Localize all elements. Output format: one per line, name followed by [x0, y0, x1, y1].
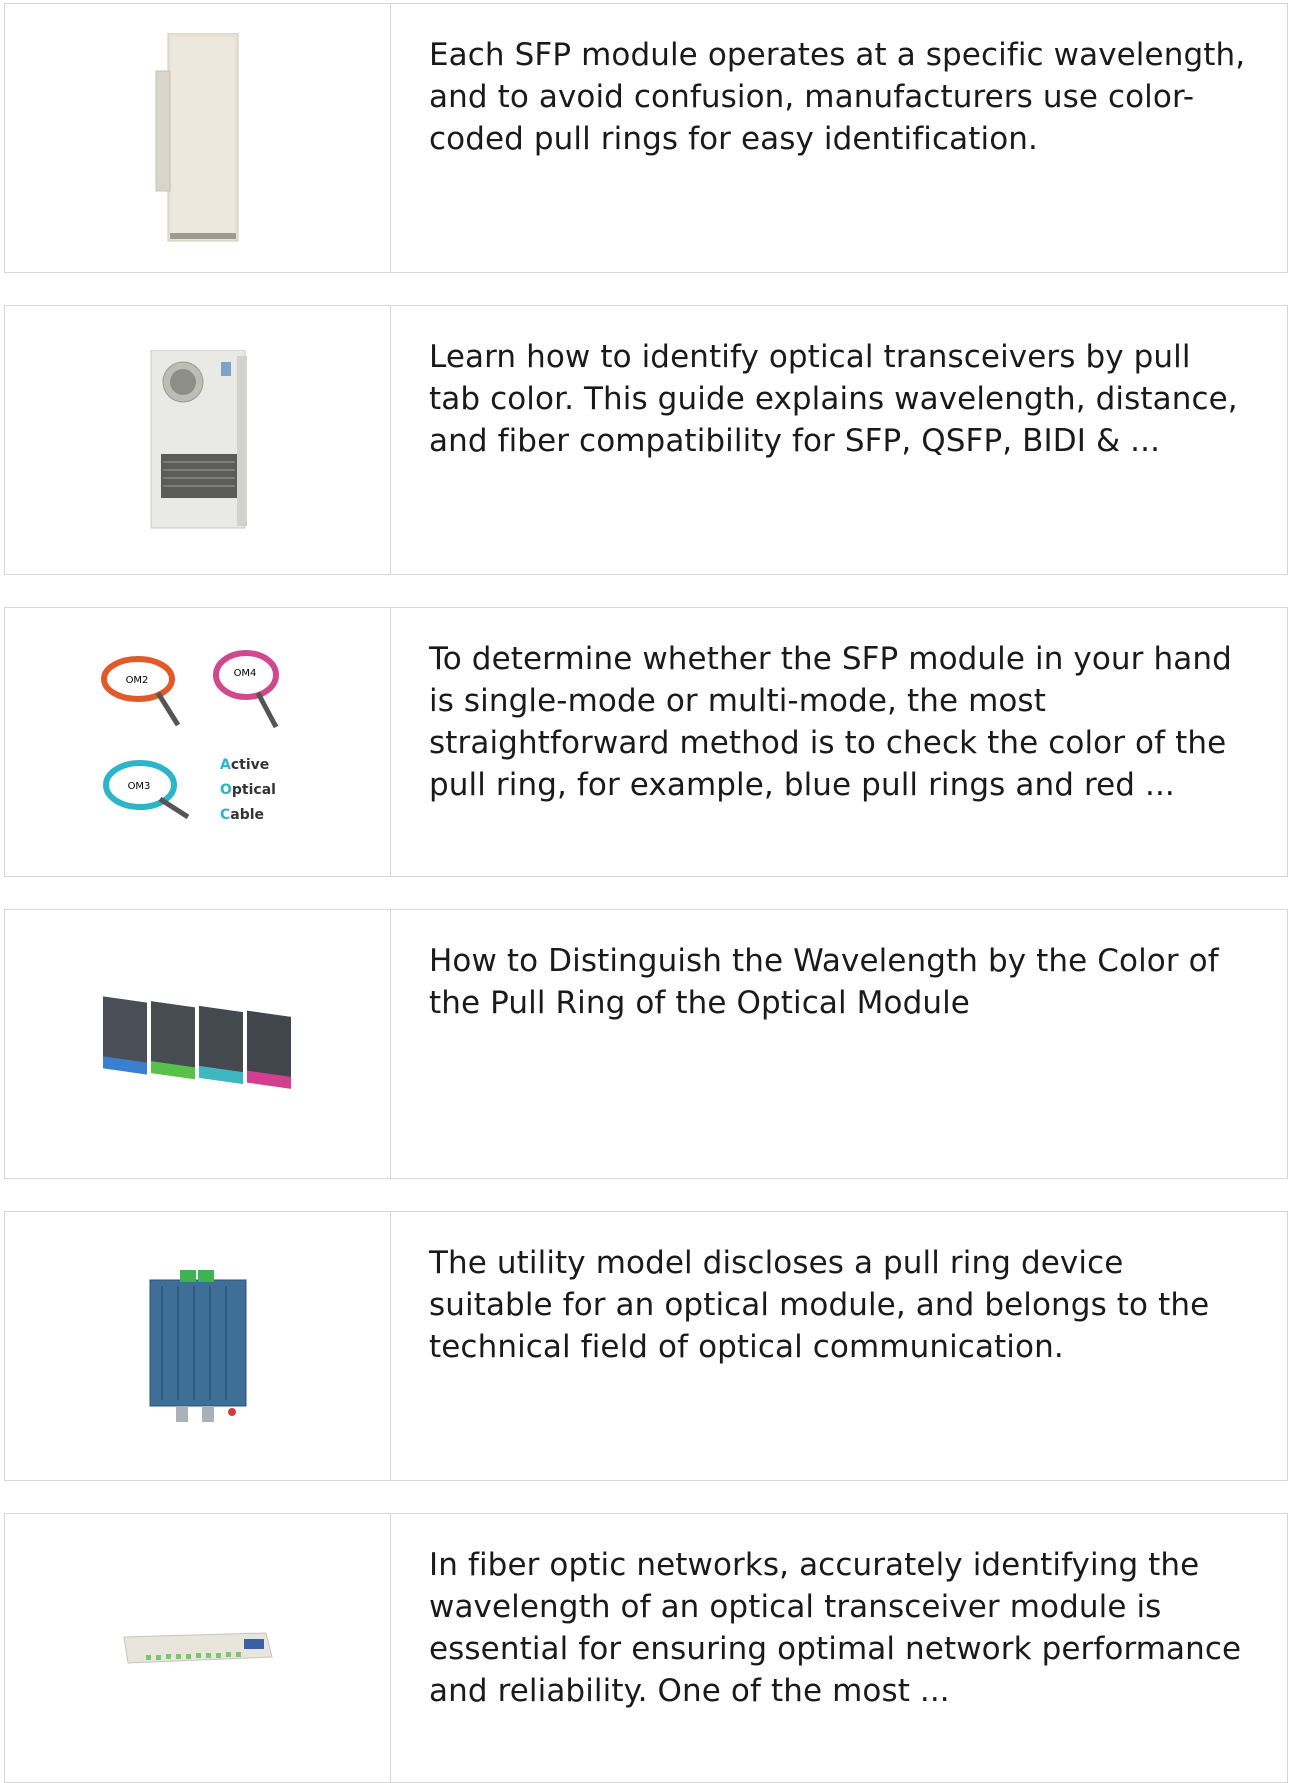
mpo-cassette-modules-image [5, 910, 391, 1178]
rack-splitter-image [5, 1514, 391, 1782]
result-card[interactable]: Learn how to identify optical transceive… [4, 305, 1288, 575]
aoc-a-letter: A [220, 757, 231, 773]
result-snippet: In fiber optic networks, accurately iden… [429, 1547, 1242, 1709]
svg-text:Optical: Optical [220, 782, 276, 798]
result-card[interactable]: OM2 OM4 OM3 Active Optical Cable To dete… [4, 607, 1288, 877]
result-card[interactable]: Each SFP module operates at a specific w… [4, 3, 1288, 273]
optical-receiver-image [5, 1212, 391, 1480]
svg-text:Cable: Cable [220, 807, 264, 823]
result-card[interactable]: In fiber optic networks, accurately iden… [4, 1513, 1288, 1783]
aoc-cable-word: able [230, 807, 264, 823]
svg-text:Active: Active [220, 757, 269, 773]
cabinet-air-conditioner-image [5, 306, 391, 574]
result-snippet: How to Distinguish the Wavelength by the… [429, 943, 1219, 1021]
aoc-o-letter: O [220, 782, 232, 798]
active-optical-cable-image: OM2 OM4 OM3 Active Optical Cable [5, 608, 391, 876]
outdoor-cabinet-image [5, 4, 391, 272]
aoc-active-word: ctive [230, 757, 268, 773]
om2-label: OM2 [125, 675, 148, 686]
result-snippet: The utility model discloses a pull ring … [429, 1245, 1210, 1365]
result-snippet: Each SFP module operates at a specific w… [429, 37, 1246, 157]
aoc-c-letter: C [220, 807, 230, 823]
om3-label: OM3 [127, 781, 150, 792]
result-snippet: To determine whether the SFP module in y… [429, 641, 1232, 803]
result-snippet: Learn how to identify optical transceive… [429, 339, 1238, 459]
om4-label: OM4 [233, 668, 256, 679]
aoc-optical-word: ptical [231, 782, 275, 798]
result-card[interactable]: The utility model discloses a pull ring … [4, 1211, 1288, 1481]
result-card[interactable]: How to Distinguish the Wavelength by the… [4, 909, 1288, 1179]
